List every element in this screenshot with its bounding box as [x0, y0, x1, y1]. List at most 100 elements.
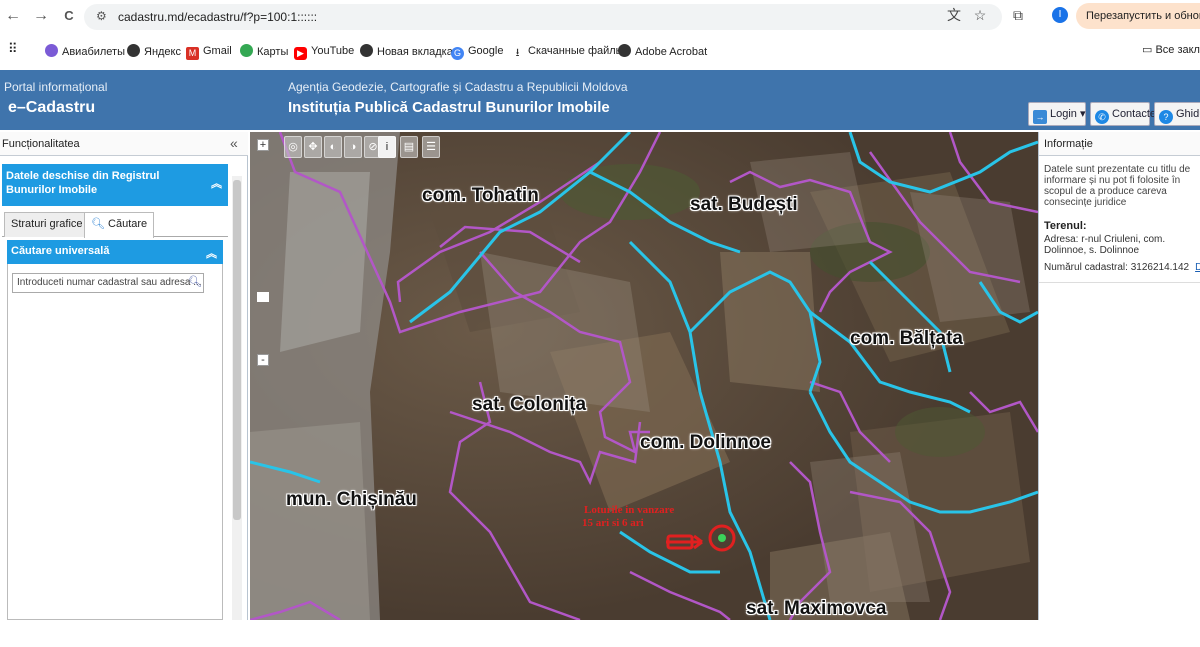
info-panel-title: Informație — [1039, 132, 1200, 156]
site-settings-icon[interactable]: ⚙ — [96, 9, 107, 23]
lot-marker[interactable] — [718, 534, 726, 542]
lots-annotation-line1: Loturile in vanzare — [584, 504, 675, 516]
bookmark-label: Google — [468, 45, 504, 57]
globe-icon — [618, 44, 631, 57]
zoom-out-button[interactable]: - — [257, 354, 269, 366]
search-icon: 🔍︎ — [91, 218, 109, 230]
zoom-forward-icon[interactable]: ◑ — [344, 136, 362, 158]
map-label-baltata: com. Bălțata — [850, 328, 963, 349]
panel-title: Funcționalitatea — [0, 132, 248, 156]
land-address: Adresa: r-nul Criuleni, com. Dolinnoe, s… — [1044, 234, 1166, 256]
bookmark-maps[interactable]: Карты — [240, 44, 288, 59]
collapse-left-icon[interactable]: « — [230, 135, 238, 151]
bookmark-label: Adobe Acrobat — [635, 46, 708, 58]
profile-avatar[interactable]: I — [1052, 7, 1068, 23]
bookmark-aviabilety[interactable]: Авиабилеты — [45, 44, 125, 59]
bookmark-gmail[interactable]: M Gmail — [186, 44, 232, 60]
login-button[interactable]: → Login ▾ — [1028, 102, 1086, 126]
universal-search-title: Căutare universală — [11, 245, 110, 257]
bookmark-new-tab[interactable]: Новая вкладка — [360, 44, 453, 59]
cadastral-number-text: Numărul cadastral: 3126214.142 — [1044, 262, 1190, 273]
bookmark-label: Gmail — [203, 45, 232, 57]
tab-layers[interactable]: Straturi grafice — [4, 212, 90, 237]
portal-title[interactable]: e–Cadastru — [8, 99, 95, 117]
bookmark-label: Яндекс — [144, 46, 181, 58]
folder-icon: ▭ — [1142, 44, 1156, 56]
guide-button[interactable]: ?Ghidul — [1154, 102, 1200, 126]
bookmark-label: Авиабилеты — [62, 46, 126, 58]
divider — [1039, 282, 1200, 283]
login-icon: → — [1033, 110, 1047, 124]
map-label-chisinau: mun. Chișinău — [286, 489, 417, 510]
bookmark-label: Карты — [257, 46, 289, 58]
pan-icon[interactable]: ✥ — [304, 136, 322, 158]
panel-tabs: Straturi grafice 🔍︎ Căutare — [2, 210, 228, 238]
globe-icon — [127, 44, 140, 57]
bookmark-youtube[interactable]: ▶ YouTube — [294, 44, 354, 60]
tab-search[interactable]: 🔍︎ Căutare — [84, 212, 155, 238]
bookmark-yandex[interactable]: Яндекс — [127, 44, 181, 59]
google-icon: G — [451, 47, 464, 60]
zoom-in-button[interactable]: + — [257, 139, 269, 151]
maps-pin-icon — [240, 44, 253, 57]
app-header: Portal informațional e–Cadastru Agenția … — [0, 70, 1200, 130]
url-text: cadastru.md/ecadastru/f?p=100:1:::::: — [118, 10, 318, 24]
extensions-icon[interactable]: ⧉ — [1008, 6, 1028, 24]
map-label-budesti: sat. Budești — [690, 194, 798, 215]
bookmark-label: YouTube — [311, 45, 355, 57]
navigate-icon[interactable]: ◎ — [284, 136, 302, 158]
download-icon: ⭳ — [511, 47, 524, 60]
browser-chrome: ← → C ⚙ cadastru.md/ecadastru/f?p=100:1:… — [0, 0, 1200, 68]
print-icon[interactable]: ▤ — [400, 136, 418, 158]
bookmark-label: Скачанные файлы — [528, 45, 624, 57]
lots-annotation: Loturile in vanzare 15 ari si 6 ari — [582, 504, 674, 530]
land-label: Terenul: — [1044, 220, 1087, 232]
chevron-up-icon[interactable]: ︽ — [206, 245, 217, 261]
satellite-map[interactable] — [250, 132, 1038, 620]
search-icon[interactable]: 🔍︎ — [188, 275, 202, 288]
all-bookmarks-label: Все закла — [1155, 44, 1200, 56]
login-label: Login ▾ — [1050, 108, 1086, 120]
agency-name: Agenția Geodezie, Cartografie și Cadastr… — [288, 80, 628, 94]
translate-icon[interactable]: 文 — [944, 6, 964, 24]
info-tool-icon[interactable]: i — [378, 136, 396, 158]
address-bar[interactable]: ⚙ cadastru.md/ecadastru/f?p=100:1:::::: — [84, 4, 1002, 30]
zoom-slider-handle[interactable] — [257, 292, 269, 302]
map-label-maximovca: sat. Maximovca — [746, 598, 887, 619]
info-disclaimer: Datele sunt prezentate cu titlu de infor… — [1044, 164, 1191, 208]
tab-search-label: Căutare — [108, 218, 148, 230]
chevron-up-icon[interactable]: ︽ — [211, 177, 222, 191]
open-data-title: Datele deschise din Registrul Bunurilor … — [6, 170, 160, 196]
back-icon[interactable]: ← — [2, 6, 24, 26]
layers-icon[interactable]: ☰ — [422, 136, 440, 158]
portal-subtitle: Portal informațional — [4, 80, 108, 94]
search-input[interactable]: Introduceti numar cadastral sau adresa .… — [12, 273, 204, 293]
zoom-back-icon[interactable]: ◐ — [324, 136, 342, 158]
scrollbar-thumb[interactable] — [233, 180, 241, 520]
bookmark-adobe-acrobat[interactable]: Adobe Acrobat — [618, 44, 707, 59]
bookmark-google[interactable]: G Google — [451, 44, 503, 60]
reload-icon[interactable]: C — [58, 6, 80, 26]
help-icon: ? — [1159, 110, 1173, 124]
forward-icon[interactable]: → — [30, 6, 52, 26]
institution-name: Instituția Publică Cadastrul Bunurilor I… — [288, 99, 610, 116]
map-label-dolinnoe: com. Dolinnoe — [640, 432, 771, 453]
bookmarks-bar: ⠿ Авиабилеты Яндекс M Gmail Карты ▶ YouTub… — [0, 38, 1200, 64]
restart-update-button[interactable]: Перезапустить и обновить — [1076, 3, 1200, 29]
universal-search-header[interactable]: Căutare universală ︽ — [7, 240, 223, 264]
globe-icon — [360, 44, 373, 57]
all-bookmarks-button[interactable]: ▭ Все закла — [1142, 43, 1200, 56]
lots-annotation-line2: 15 ari si 6 ari — [582, 517, 644, 529]
globe-icon — [45, 44, 58, 57]
details-link[interactable]: De — [1195, 262, 1200, 273]
map-view[interactable] — [250, 132, 1038, 620]
apps-grid-icon[interactable]: ⠿ — [8, 42, 18, 56]
cadastral-number: Numărul cadastral: 3126214.142 De — [1044, 262, 1200, 273]
bookmark-downloads[interactable]: ⭳ Скачанные файлы — [511, 44, 624, 60]
contacts-button[interactable]: ✆ Contacte — [1090, 102, 1156, 126]
universal-search-body — [7, 264, 223, 620]
youtube-icon: ▶ — [294, 47, 307, 60]
information-panel: Informație Datele sunt prezentate cu tit… — [1038, 132, 1200, 620]
star-icon[interactable]: ☆ — [970, 6, 990, 24]
open-data-section-header[interactable]: Datele deschise din Registrul Bunurilor … — [2, 164, 228, 206]
